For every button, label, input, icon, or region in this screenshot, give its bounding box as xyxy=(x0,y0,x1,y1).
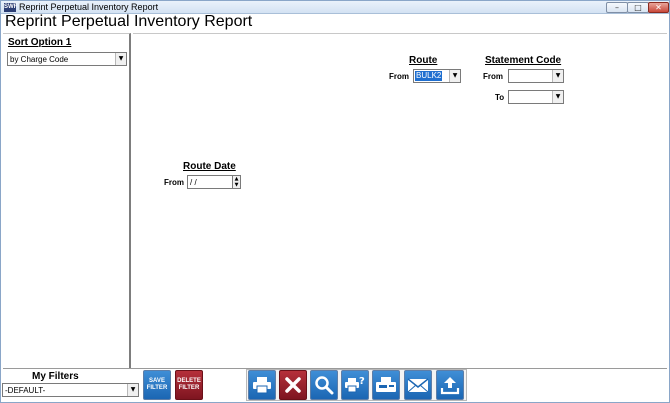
route-from-label: From xyxy=(389,72,409,81)
sort-panel: Sort Option 1 by Charge Code ▼ xyxy=(3,33,131,368)
route-heading: Route xyxy=(409,55,438,66)
my-filters-value: -DEFAULT- xyxy=(5,386,46,395)
sort-option-label: Sort Option 1 xyxy=(8,37,72,48)
preview-button[interactable] xyxy=(310,370,338,400)
statement-code-to-select[interactable]: ▼ xyxy=(508,90,564,104)
chevron-down-icon[interactable]: ▼ xyxy=(552,70,563,82)
statement-code-heading: Statement Code xyxy=(485,55,562,66)
route-date-from-input[interactable]: / / xyxy=(187,175,233,189)
svg-text:?: ? xyxy=(359,376,365,387)
cancel-button[interactable] xyxy=(279,370,307,400)
spin-down-icon[interactable]: ▼ xyxy=(233,182,240,188)
page-title: Reprint Perpetual Inventory Report xyxy=(5,13,253,30)
delete-filter-label-1: DELETE xyxy=(177,378,201,384)
route-from-select[interactable]: BULK2 ▼ xyxy=(413,69,461,83)
chevron-down-icon[interactable]: ▼ xyxy=(449,70,460,82)
export-icon xyxy=(440,377,460,395)
sort-option-select[interactable]: by Charge Code ▼ xyxy=(7,52,127,66)
delete-filter-button[interactable]: DELETE FILTER xyxy=(175,370,203,400)
window-title: Reprint Perpetual Inventory Report xyxy=(19,2,159,12)
my-filters-label: My Filters xyxy=(32,371,79,382)
sort-option-value: by Charge Code xyxy=(10,55,69,64)
save-filter-label-1: SAVE xyxy=(149,378,165,384)
route-from-value: BULK2 xyxy=(415,71,443,81)
route-date-from-label: From xyxy=(164,178,184,187)
save-filter-label-2: FILTER xyxy=(146,385,168,391)
app-icon: SWF xyxy=(4,3,18,12)
fax-button[interactable] xyxy=(372,370,400,400)
chevron-down-icon[interactable]: ▼ xyxy=(115,53,126,65)
statement-code-from-select[interactable]: ▼ xyxy=(508,69,564,83)
chevron-down-icon[interactable]: ▼ xyxy=(552,91,563,103)
email-icon xyxy=(407,378,429,393)
print-setup-button[interactable]: ? xyxy=(341,370,369,400)
statement-code-to-label: To xyxy=(495,93,505,102)
print-setup-icon: ? xyxy=(345,376,365,393)
filter-criteria-panel xyxy=(133,33,667,368)
preview-icon xyxy=(315,376,334,395)
my-filters-select[interactable]: -DEFAULT- ▼ xyxy=(2,383,139,397)
minimize-button[interactable]: – xyxy=(606,2,628,13)
route-date-spinner[interactable]: ▲ ▼ xyxy=(232,175,241,189)
cancel-icon xyxy=(285,377,301,393)
save-filter-button[interactable]: SAVE FILTER xyxy=(143,370,171,400)
fax-icon xyxy=(376,377,396,392)
chevron-down-icon[interactable]: ▼ xyxy=(127,384,138,396)
close-button[interactable]: ✕ xyxy=(648,2,669,13)
export-button[interactable] xyxy=(436,370,464,400)
route-date-heading: Route Date xyxy=(183,161,236,172)
statement-code-from-label: From xyxy=(483,72,503,81)
email-button[interactable] xyxy=(404,370,432,400)
maximize-button[interactable]: □ xyxy=(627,2,649,13)
route-date-from-value: / / xyxy=(190,178,197,187)
delete-filter-label-2: FILTER xyxy=(178,385,200,391)
print-button[interactable] xyxy=(248,370,276,400)
print-icon xyxy=(253,377,271,394)
